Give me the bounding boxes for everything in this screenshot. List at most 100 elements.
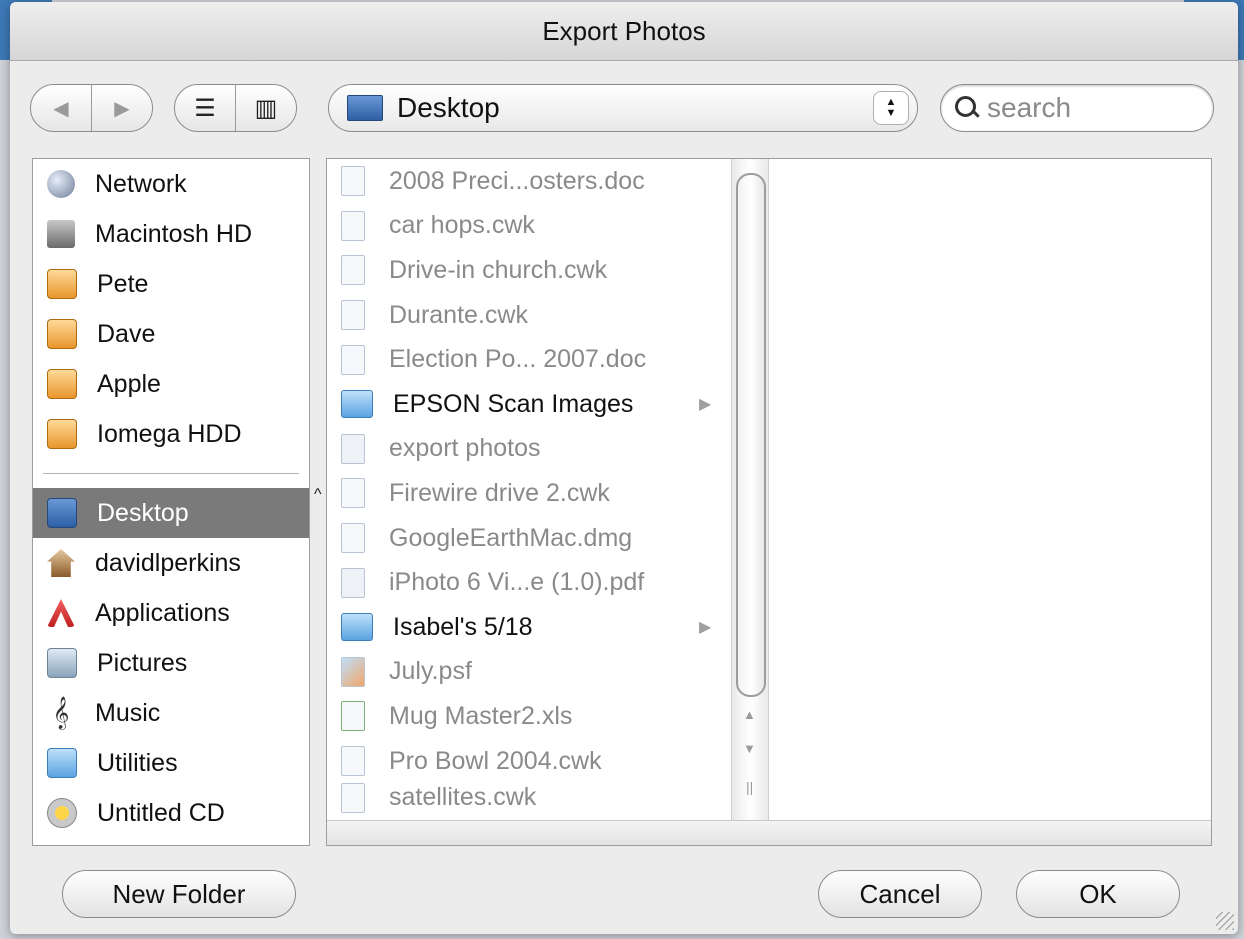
file-row[interactable]: iPhoto 6 Vi...e (1.0).pdf bbox=[327, 560, 731, 605]
title-bar: Export Photos bbox=[10, 2, 1238, 61]
file-name: Election Po... 2007.doc bbox=[389, 345, 647, 374]
list-view-button[interactable]: ☰ bbox=[175, 85, 235, 131]
file-row[interactable]: Drive-in church.cwk bbox=[327, 248, 731, 293]
hard-drive-icon bbox=[47, 220, 75, 248]
forward-button[interactable]: ▶ bbox=[91, 85, 152, 131]
sidebar-item-utilities[interactable]: Utilities bbox=[33, 738, 309, 788]
ok-button[interactable]: OK bbox=[1016, 870, 1180, 918]
file-name: 2008 Preci...osters.doc bbox=[389, 166, 645, 195]
desktop-icon bbox=[47, 498, 77, 528]
search-input[interactable] bbox=[985, 91, 1189, 125]
toolbar: ◀ ▶ ☰ ▥ Desktop ▲ ▼ bbox=[10, 80, 1238, 140]
export-dialog: Export Photos ◀ ▶ ☰ ▥ Desktop ▲ ▼ search… bbox=[10, 2, 1238, 934]
disclosure-arrow-icon: ▶ bbox=[699, 396, 712, 414]
pdf-document-icon bbox=[341, 433, 365, 464]
sidebar-item-label: Pictures bbox=[97, 648, 188, 677]
file-row[interactable]: Firewire drive 2.cwk bbox=[327, 471, 731, 516]
sidebar-item-pete[interactable]: Pete bbox=[33, 259, 309, 309]
appleworks-document-icon bbox=[341, 746, 365, 777]
horizontal-scrollbar[interactable] bbox=[327, 820, 1211, 845]
sidebar-item-label: Macintosh HD bbox=[95, 219, 252, 248]
sidebar-item-label: Apple bbox=[97, 369, 161, 398]
server-icon bbox=[47, 319, 77, 349]
sidebar-item-iomega-hdd[interactable]: Iomega HDD bbox=[33, 409, 309, 459]
file-name: EPSON Scan Images bbox=[393, 389, 634, 418]
music-icon: 𝄞 bbox=[52, 697, 70, 728]
file-name: July.psf bbox=[389, 657, 472, 686]
location-label: Desktop bbox=[397, 92, 500, 123]
file-row[interactable]: Durante.cwk bbox=[327, 293, 731, 338]
file-name: Firewire drive 2.cwk bbox=[389, 478, 610, 507]
resize-grip-icon[interactable] bbox=[1216, 912, 1234, 930]
home-icon bbox=[47, 549, 75, 577]
sidebar-item-label: Applications bbox=[95, 598, 230, 627]
file-name: satellites.cwk bbox=[389, 783, 537, 812]
photo-file-icon bbox=[341, 656, 365, 687]
file-name: Pro Bowl 2004.cwk bbox=[389, 746, 602, 775]
sidebar-item-label: davidlperkins bbox=[95, 548, 241, 577]
file-name: Isabel's 5/18 bbox=[393, 612, 533, 641]
sidebar-item-davidlperkins[interactable]: davidlperkins bbox=[33, 538, 309, 588]
sidebar-item-network[interactable]: Network bbox=[33, 159, 309, 209]
server-icon bbox=[47, 419, 77, 449]
forward-arrow-icon: ▶ bbox=[114, 97, 130, 120]
sidebar: Network Macintosh HD Pete Dave Apple Iomega H… bbox=[32, 158, 310, 846]
folder-icon bbox=[47, 748, 77, 778]
file-row[interactable]: 2008 Preci...osters.doc bbox=[327, 159, 731, 204]
column-resize-icon[interactable]: || bbox=[746, 779, 753, 795]
scroll-down-icon[interactable]: ▼ bbox=[743, 741, 756, 756]
file-row[interactable]: Pro Bowl 2004.cwk bbox=[327, 739, 731, 784]
cancel-button[interactable]: Cancel bbox=[818, 870, 982, 918]
column-view-icon: ▥ bbox=[254, 94, 278, 122]
back-arrow-icon: ◀ bbox=[53, 97, 69, 120]
sidebar-item-apple[interactable]: Apple bbox=[33, 359, 309, 409]
file-name: car hops.cwk bbox=[389, 211, 535, 240]
appleworks-document-icon bbox=[341, 255, 365, 286]
file-column: 2008 Preci...osters.doc car hops.cwk Drive… bbox=[327, 159, 731, 821]
sidebar-item-pictures[interactable]: Pictures bbox=[33, 638, 309, 688]
pictures-icon bbox=[47, 648, 77, 678]
column-view-button[interactable]: ▥ bbox=[235, 85, 296, 131]
sidebar-item-music[interactable]: 𝄞 Music bbox=[33, 688, 309, 738]
file-row[interactable]: July.psf bbox=[327, 650, 731, 695]
file-row[interactable]: export photos bbox=[327, 427, 731, 472]
sidebar-item-dave[interactable]: Dave bbox=[33, 309, 309, 359]
sidebar-item-macintosh-hd[interactable]: Macintosh HD bbox=[33, 209, 309, 259]
scroll-thumb[interactable] bbox=[736, 173, 766, 697]
sidebar-divider bbox=[43, 473, 299, 474]
appleworks-document-icon bbox=[341, 210, 365, 241]
appleworks-document-icon bbox=[341, 783, 365, 814]
folder-row[interactable]: Isabel's 5/18 ▶ bbox=[327, 605, 731, 650]
server-icon bbox=[47, 369, 77, 399]
file-row[interactable]: Mug Master2.xls bbox=[327, 694, 731, 739]
cd-icon bbox=[47, 798, 77, 828]
sidebar-devices: Network Macintosh HD Pete Dave Apple Iomega H… bbox=[33, 159, 309, 459]
file-row[interactable]: satellites.cwk bbox=[327, 783, 731, 814]
file-browser: 2008 Preci...osters.doc car hops.cwk Drive… bbox=[326, 158, 1212, 846]
sidebar-item-applications[interactable]: Applications bbox=[33, 588, 309, 638]
location-popup[interactable]: Desktop ▲ ▼ bbox=[328, 84, 918, 132]
folder-row[interactable]: EPSON Scan Images ▶ bbox=[327, 382, 731, 427]
sidebar-item-label: Desktop bbox=[97, 498, 189, 527]
sidebar-item-desktop[interactable]: Desktop bbox=[33, 488, 309, 538]
search-field[interactable] bbox=[940, 84, 1214, 132]
file-name: Mug Master2.xls bbox=[389, 701, 573, 730]
pdf-document-icon bbox=[341, 567, 365, 598]
file-name: Durante.cwk bbox=[389, 300, 528, 329]
sidebar-item-untitled-cd[interactable]: Untitled CD bbox=[33, 788, 309, 838]
sidebar-item-label: Pete bbox=[97, 269, 149, 298]
disclosure-arrow-icon: ▶ bbox=[699, 619, 712, 637]
sidebar-item-label: Iomega HDD bbox=[97, 419, 242, 448]
vertical-scrollbar[interactable]: ▲ ▼ || bbox=[731, 159, 769, 821]
appleworks-document-icon bbox=[341, 478, 365, 509]
network-icon bbox=[47, 170, 75, 198]
view-mode-buttons: ☰ ▥ bbox=[174, 84, 297, 132]
popup-arrows-icon: ▲ ▼ bbox=[873, 91, 909, 125]
file-row[interactable]: GoogleEarthMac.dmg bbox=[327, 516, 731, 561]
sidebar-item-label: Network bbox=[95, 169, 187, 198]
file-row[interactable]: car hops.cwk bbox=[327, 204, 731, 249]
new-folder-button[interactable]: New Folder bbox=[62, 870, 296, 918]
scroll-up-icon[interactable]: ▲ bbox=[743, 707, 756, 722]
back-button[interactable]: ◀ bbox=[31, 85, 91, 131]
file-row[interactable]: Election Po... 2007.doc bbox=[327, 337, 731, 382]
